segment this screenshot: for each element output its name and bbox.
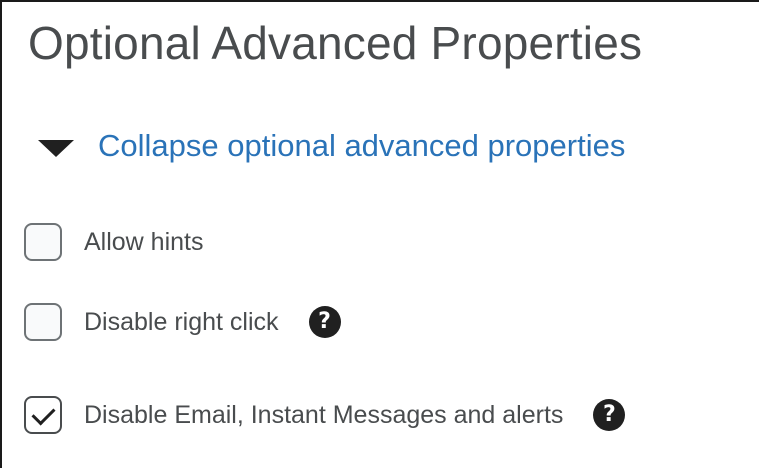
disable-email-im-alerts-checkbox[interactable] xyxy=(24,396,62,434)
option-disable-right-click: Disable right click ? xyxy=(24,303,341,341)
option-allow-hints: Allow hints xyxy=(24,223,204,261)
disable-right-click-checkbox[interactable] xyxy=(24,303,62,341)
collapse-toggle[interactable]: Collapse optional advanced properties xyxy=(38,128,625,164)
collapse-link[interactable]: Collapse optional advanced properties xyxy=(98,128,625,164)
section-title: Optional Advanced Properties xyxy=(28,17,643,69)
help-circle-icon[interactable]: ? xyxy=(308,306,341,338)
advanced-properties-panel: Optional Advanced Properties Collapse op… xyxy=(0,0,759,468)
disable-email-im-alerts-label[interactable]: Disable Email, Instant Messages and aler… xyxy=(84,401,563,430)
checkmark-icon xyxy=(31,401,56,426)
allow-hints-checkbox[interactable] xyxy=(24,223,62,261)
caret-down-icon[interactable] xyxy=(38,139,74,157)
disable-right-click-label[interactable]: Disable right click xyxy=(84,308,279,337)
option-disable-email-im-alerts: Disable Email, Instant Messages and aler… xyxy=(24,396,626,434)
allow-hints-label[interactable]: Allow hints xyxy=(84,228,204,257)
help-circle-icon[interactable]: ? xyxy=(593,399,626,431)
